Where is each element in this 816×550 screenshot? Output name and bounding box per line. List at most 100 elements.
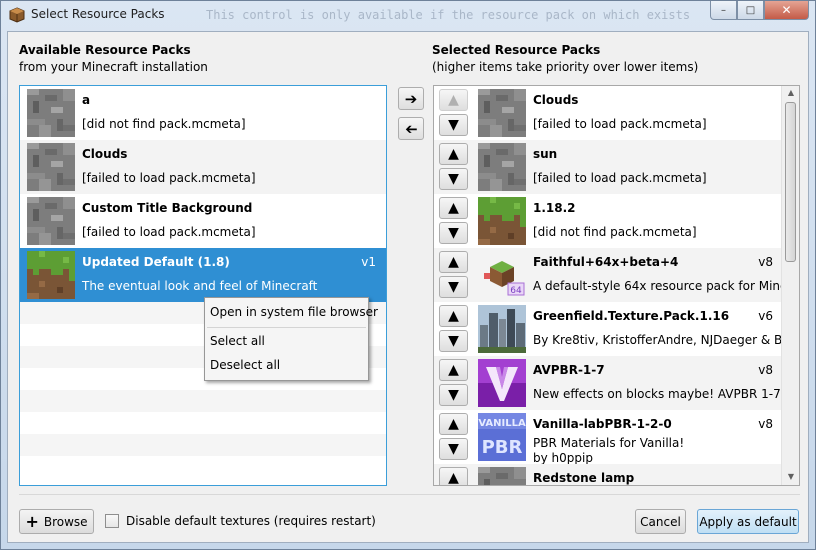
menu-separator bbox=[207, 327, 366, 328]
pack-name: Redstone lamp bbox=[533, 471, 635, 485]
move-down-button[interactable]: ▼ bbox=[439, 330, 468, 352]
arrow-up-icon: ▲ bbox=[448, 470, 459, 486]
svg-text:64: 64 bbox=[510, 286, 522, 296]
stone-block-icon bbox=[27, 197, 75, 245]
stone-block-icon bbox=[27, 89, 75, 137]
move-up-button[interactable]: ▲ bbox=[439, 467, 468, 486]
menu-item-select-all[interactable]: Select all bbox=[210, 334, 265, 348]
arrow-down-icon: ▼ bbox=[448, 441, 459, 457]
window-title: Select Resource Packs bbox=[31, 7, 165, 21]
selected-pack-faithful[interactable]: ▲ ▼ 64 Faithful+64x+beta+4 A default-sty… bbox=[434, 248, 781, 302]
title-bar[interactable]: Select Resource Packs This control is on… bbox=[1, 1, 815, 31]
stone-block-icon bbox=[27, 143, 75, 191]
selected-pack-sun[interactable]: ▲ ▼ sun [failed to load pack.mcmeta] bbox=[434, 140, 781, 194]
pack-description-line2: by h0ppip bbox=[533, 451, 593, 464]
selected-subheading: (higher items take priority over lower i… bbox=[432, 60, 699, 74]
cancel-button[interactable]: Cancel bbox=[635, 509, 686, 534]
pack-description: [did not find pack.mcmeta] bbox=[82, 117, 246, 131]
available-header: Available Resource Packs from your Minec… bbox=[19, 43, 208, 74]
move-down-button[interactable]: ▼ bbox=[439, 114, 468, 136]
vertical-scrollbar[interactable]: ▲ ▼ bbox=[781, 86, 799, 485]
background-window-text: This control is only available if the re… bbox=[206, 8, 691, 22]
selected-pack-greenfield[interactable]: ▲ ▼ Greenfield.Texture.Pack.1.16 By Kre8… bbox=[434, 302, 781, 356]
selected-pack-redstone-lamp[interactable]: ▲ Redstone lamp bbox=[434, 464, 781, 486]
dialog-window: Select Resource Packs This control is on… bbox=[0, 0, 816, 550]
arrow-down-icon: ▼ bbox=[448, 117, 459, 133]
move-up-button[interactable]: ▲ bbox=[439, 413, 468, 435]
available-packs-list[interactable]: a [did not find pack.mcmeta] Clouds [fai… bbox=[19, 85, 387, 486]
available-subheading: from your Minecraft installation bbox=[19, 60, 208, 74]
pack-name: sun bbox=[533, 147, 558, 161]
avpbr-logo-icon bbox=[478, 359, 526, 407]
selected-heading: Selected Resource Packs bbox=[432, 43, 601, 57]
selected-pack-vanilla-labpbr[interactable]: ▲ ▼ VANILLA PBR Vanilla-labPBR-1-2-0 PBR… bbox=[434, 410, 781, 464]
pack-description: A default-style 64x resource pack for Mi… bbox=[533, 279, 781, 293]
plus-icon: + bbox=[25, 511, 39, 531]
move-up-button[interactable]: ▲ bbox=[439, 251, 468, 273]
pack-version: v8 bbox=[758, 363, 773, 377]
empty-list-row bbox=[20, 434, 386, 456]
available-pack-updated-default[interactable]: Updated Default (1.8) The eventual look … bbox=[20, 248, 386, 302]
scrollbar-thumb[interactable] bbox=[785, 102, 796, 262]
pack-description: [did not find pack.mcmeta] bbox=[533, 225, 697, 239]
apply-as-default-button[interactable]: Apply as default bbox=[697, 509, 799, 534]
menu-item-open-in-file-browser[interactable]: Open in system file browser bbox=[210, 305, 378, 319]
pack-description: PBR Materials for Vanilla! bbox=[533, 436, 685, 450]
stone-block-icon bbox=[478, 143, 526, 191]
maximize-button[interactable]: □ bbox=[737, 1, 764, 20]
minimize-button[interactable]: – bbox=[710, 1, 737, 20]
pack-version: v1 bbox=[361, 255, 376, 269]
pack-name: Faithful+64x+beta+4 bbox=[533, 255, 679, 269]
city-skyline-icon bbox=[478, 305, 526, 353]
faithful-64-icon: 64 bbox=[478, 251, 526, 299]
grass-block-icon bbox=[27, 251, 75, 299]
pack-name: Greenfield.Texture.Pack.1.16 bbox=[533, 309, 730, 323]
move-down-button[interactable]: ▼ bbox=[439, 222, 468, 244]
disable-default-textures-checkbox[interactable] bbox=[105, 514, 119, 528]
close-button[interactable]: ✕ bbox=[764, 1, 809, 20]
selected-pack-avpbr[interactable]: ▲ ▼ AVPBR-1-7 New effects on blocks mayb… bbox=[434, 356, 781, 410]
stone-block-icon bbox=[478, 467, 526, 485]
scroll-down-icon[interactable]: ▼ bbox=[785, 472, 797, 482]
dialog-content: Available Resource Packs from your Minec… bbox=[7, 31, 809, 543]
arrow-up-icon: ▲ bbox=[448, 362, 459, 378]
pack-description: [failed to load pack.mcmeta] bbox=[533, 117, 707, 131]
arrow-down-icon: ▼ bbox=[448, 279, 459, 295]
arrow-up-icon: ▲ bbox=[448, 254, 459, 270]
move-down-button[interactable]: ▼ bbox=[439, 384, 468, 406]
move-down-button[interactable]: ▼ bbox=[439, 276, 468, 298]
move-down-button[interactable]: ▼ bbox=[439, 168, 468, 190]
available-pack-a[interactable]: a [did not find pack.mcmeta] bbox=[20, 86, 386, 140]
available-pack-clouds[interactable]: Clouds [failed to load pack.mcmeta] bbox=[20, 140, 386, 194]
move-up-button[interactable]: ▲ bbox=[439, 197, 468, 219]
available-pack-custom-title[interactable]: Custom Title Background [failed to load … bbox=[20, 194, 386, 248]
arrow-right-icon: ➔ bbox=[404, 89, 418, 108]
move-up-button[interactable]: ▲ bbox=[439, 143, 468, 165]
pack-name: Clouds bbox=[82, 147, 128, 161]
selected-packs-list[interactable]: ▲ ▼ Clouds [failed to load pack.mcmeta] … bbox=[433, 85, 800, 486]
move-down-button[interactable]: ▼ bbox=[439, 438, 468, 460]
menu-item-deselect-all[interactable]: Deselect all bbox=[210, 358, 280, 372]
remove-from-selected-button[interactable]: ➔ bbox=[398, 117, 424, 140]
grass-block-icon bbox=[478, 197, 526, 245]
browse-label: Browse bbox=[43, 514, 88, 529]
context-menu: Open in system file browser Select all D… bbox=[204, 297, 378, 381]
pack-name: 1.18.2 bbox=[533, 201, 576, 215]
close-icon: ✕ bbox=[781, 3, 792, 17]
pack-description: The eventual look and feel of Minecraft bbox=[82, 279, 318, 293]
move-up-button[interactable]: ▲ bbox=[439, 305, 468, 327]
move-up-button[interactable]: ▲ bbox=[439, 359, 468, 381]
add-to-selected-button[interactable]: ➔ bbox=[398, 87, 424, 110]
arrow-down-icon: ▼ bbox=[448, 171, 459, 187]
scroll-up-icon[interactable]: ▲ bbox=[785, 88, 797, 98]
browse-button[interactable]: + Browse bbox=[19, 509, 94, 534]
empty-list-row bbox=[20, 390, 386, 412]
disable-default-textures-label[interactable]: Disable default textures (requires resta… bbox=[126, 514, 376, 528]
pack-name: Vanilla-labPBR-1-2-0 bbox=[533, 417, 672, 431]
arrow-up-icon: ▲ bbox=[448, 308, 459, 324]
selected-pack-1-18-2[interactable]: ▲ ▼ 1.18.2 [did not find pack.mcmeta] bbox=[434, 194, 781, 248]
selected-header: Selected Resource Packs (higher items ta… bbox=[432, 43, 698, 74]
move-up-button[interactable]: ▲ bbox=[439, 89, 468, 111]
selected-pack-clouds[interactable]: ▲ ▼ Clouds [failed to load pack.mcmeta] bbox=[434, 86, 781, 140]
arrow-up-icon: ▲ bbox=[448, 416, 459, 432]
